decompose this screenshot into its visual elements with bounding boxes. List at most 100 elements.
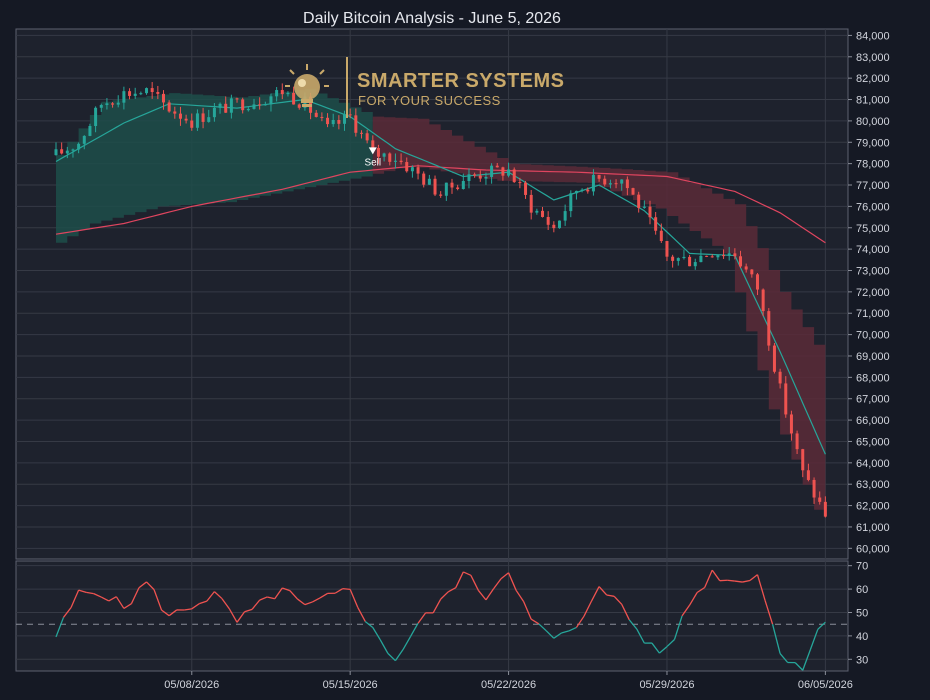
oscillator-tick-label: 30 bbox=[856, 654, 868, 666]
candle-down bbox=[478, 175, 482, 179]
price-tick-label: 65,000 bbox=[856, 436, 890, 448]
candle-down bbox=[795, 433, 799, 450]
candle-down bbox=[156, 92, 160, 94]
price-tick-label: 76,000 bbox=[856, 201, 890, 213]
candle-up bbox=[574, 190, 578, 194]
candle-up bbox=[410, 167, 414, 172]
candle-up bbox=[212, 107, 216, 118]
candle-down bbox=[625, 179, 629, 189]
candle-up bbox=[54, 149, 58, 156]
candle-down bbox=[439, 194, 443, 196]
candle-down bbox=[648, 206, 652, 218]
candle-down bbox=[518, 182, 522, 184]
candle-up bbox=[507, 169, 511, 176]
candle-up bbox=[608, 183, 612, 185]
candle-down bbox=[416, 167, 420, 174]
date-tick-label: 05/08/2026 bbox=[164, 679, 219, 691]
candle-up bbox=[467, 174, 471, 181]
oscillator-segment bbox=[342, 588, 351, 591]
candle-up bbox=[591, 174, 595, 192]
candle-up bbox=[116, 102, 120, 105]
candle-up bbox=[275, 90, 279, 97]
candle-down bbox=[326, 117, 330, 125]
candle-down bbox=[784, 383, 788, 415]
candle-up bbox=[393, 160, 397, 162]
price-tick-label: 73,000 bbox=[856, 265, 890, 277]
candle-down bbox=[184, 118, 188, 121]
candle-down bbox=[659, 230, 663, 242]
date-axis: 05/08/2026 05/15/2026 05/22/2026 05/29/2026… bbox=[164, 671, 853, 691]
oscillator-tick-label: 40 bbox=[856, 631, 868, 643]
candle-up bbox=[133, 93, 137, 96]
candle-down bbox=[818, 497, 822, 502]
candle-down bbox=[359, 132, 363, 134]
candle-down bbox=[60, 149, 64, 154]
candle-up bbox=[99, 104, 103, 108]
price-tick-label: 81,000 bbox=[856, 95, 890, 107]
oscillator-panel bbox=[15, 560, 849, 672]
candle-up bbox=[286, 92, 290, 95]
candle-up bbox=[563, 211, 567, 221]
candle-up bbox=[693, 262, 697, 267]
candle-up bbox=[207, 117, 211, 122]
candle-down bbox=[767, 311, 771, 346]
candle-down bbox=[422, 173, 426, 185]
candle-down bbox=[722, 255, 726, 257]
candle-down bbox=[529, 194, 533, 213]
candle-down bbox=[688, 256, 692, 267]
candle-down bbox=[586, 189, 590, 192]
candle-down bbox=[337, 119, 341, 124]
candle-down bbox=[755, 274, 759, 290]
candle-down bbox=[806, 470, 810, 480]
candle-up bbox=[94, 107, 98, 126]
candle-up bbox=[218, 103, 222, 108]
candle-down bbox=[314, 112, 318, 117]
candle-down bbox=[190, 120, 194, 128]
price-tick-label: 68,000 bbox=[856, 372, 890, 384]
candle-down bbox=[789, 414, 793, 434]
date-tick-label: 05/29/2026 bbox=[639, 679, 694, 691]
price-axis: 60,000 61,000 62,000 63,000 64,000 65,000 66,0… bbox=[848, 30, 890, 555]
candle-up bbox=[71, 149, 75, 151]
candle-down bbox=[161, 93, 165, 103]
candle-up bbox=[727, 253, 731, 256]
oscillator-tick-label: 70 bbox=[856, 561, 868, 573]
price-tick-label: 60,000 bbox=[856, 543, 890, 555]
candle-down bbox=[512, 169, 516, 183]
candle-up bbox=[343, 114, 347, 124]
candle-down bbox=[128, 91, 132, 96]
candle-up bbox=[484, 176, 488, 179]
candle-down bbox=[710, 256, 714, 258]
candle-up bbox=[88, 125, 92, 136]
candle-down bbox=[603, 178, 607, 185]
candle-up bbox=[490, 165, 494, 177]
candle-down bbox=[597, 174, 601, 179]
candle-up bbox=[122, 91, 126, 103]
candle-up bbox=[139, 93, 143, 95]
candle-down bbox=[178, 113, 182, 119]
price-tick-label: 70,000 bbox=[856, 330, 890, 342]
candle-down bbox=[201, 113, 205, 122]
candle-down bbox=[405, 162, 409, 172]
candle-up bbox=[269, 96, 273, 105]
oscillator-tick-label: 50 bbox=[856, 607, 868, 619]
candle-up bbox=[642, 206, 646, 208]
candle-up bbox=[557, 220, 561, 229]
candle-up bbox=[105, 103, 109, 105]
candle-up bbox=[620, 179, 624, 184]
candle-down bbox=[450, 182, 454, 188]
candle-up bbox=[229, 98, 233, 113]
price-tick-label: 66,000 bbox=[856, 415, 890, 427]
price-tick-label: 72,000 bbox=[856, 287, 890, 299]
candle-down bbox=[733, 253, 737, 257]
logo-line1: SMARTER SYSTEMS bbox=[357, 70, 565, 92]
candle-down bbox=[495, 165, 499, 168]
candle-up bbox=[716, 255, 720, 258]
candle-down bbox=[761, 289, 765, 312]
candle-up bbox=[382, 153, 386, 157]
date-tick-label: 05/22/2026 bbox=[481, 679, 536, 691]
price-tick-label: 75,000 bbox=[856, 223, 890, 235]
candle-up bbox=[331, 119, 335, 125]
date-tick-label: 06/05/2026 bbox=[798, 679, 853, 691]
candle-up bbox=[676, 258, 680, 261]
